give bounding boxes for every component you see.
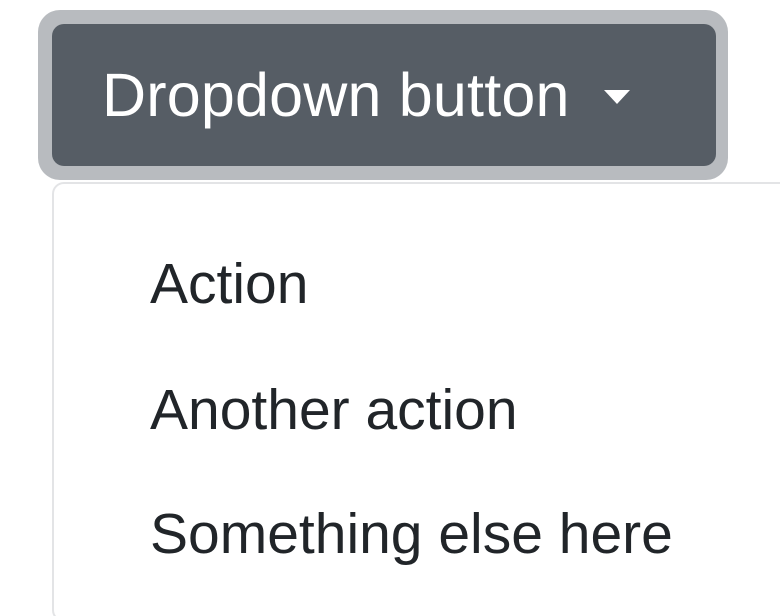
- dropdown-menu: Action Another action Something else her…: [52, 182, 780, 616]
- dropdown-item-another-action[interactable]: Another action: [150, 382, 518, 439]
- dropdown-button-label: Dropdown button: [102, 60, 570, 129]
- dropdown-item-action[interactable]: Action: [150, 256, 308, 313]
- dropdown-item-something-else[interactable]: Something else here: [150, 506, 673, 563]
- caret-down-icon: [603, 90, 630, 104]
- dropdown-button[interactable]: Dropdown button: [52, 24, 716, 166]
